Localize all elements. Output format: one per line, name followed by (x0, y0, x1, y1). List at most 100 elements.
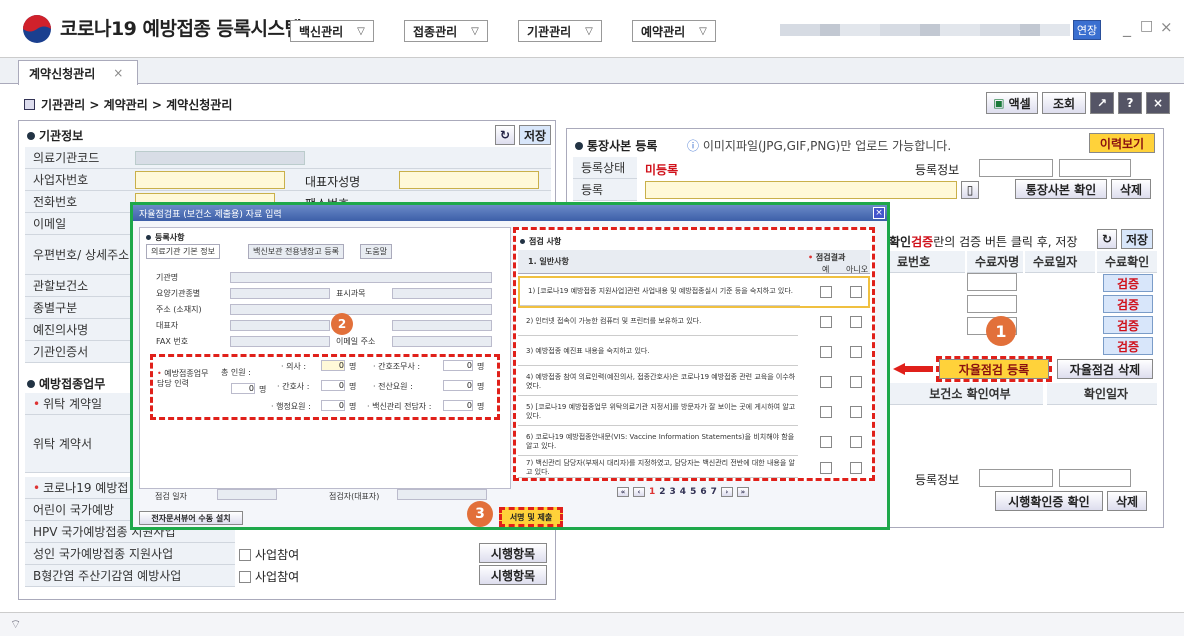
menu-vaccine[interactable]: 백신관리 ▽ (290, 20, 374, 42)
section-title: 통장사본 등록 (587, 139, 658, 153)
training-save-button[interactable]: 저장 (1121, 229, 1153, 249)
verify-button-2[interactable]: 검증 (1103, 295, 1153, 313)
chevron-down-icon: ▽ (699, 25, 707, 37)
chat-icon[interactable]: ⌔ (10, 617, 21, 632)
page-6[interactable]: 6 (700, 487, 706, 497)
name-input-2[interactable] (967, 295, 1017, 313)
nurse-aide-input[interactable]: 0 (443, 360, 473, 371)
yes-checkbox[interactable] (820, 316, 832, 328)
menu-institution[interactable]: 기관관리 ▽ (518, 20, 602, 42)
self-check-register-button[interactable]: 자율점검 등록 (936, 356, 1052, 382)
it-input[interactable]: 0 (443, 380, 473, 391)
bank-delete-button[interactable]: 삭제 (1111, 179, 1151, 199)
excel-button[interactable]: ▣ 액셀 (986, 92, 1038, 114)
page-5[interactable]: 5 (690, 487, 696, 497)
total-input[interactable]: 0 (231, 383, 255, 394)
field-dept: 표시과목 (336, 289, 366, 298)
file-path-input[interactable] (645, 181, 957, 199)
hepb-participate[interactable]: 사업참여 (239, 568, 299, 585)
dialog-tab-fridge[interactable]: 백신보관 전용냉장고 등록 (248, 244, 345, 259)
reg-date-input[interactable] (1059, 159, 1131, 177)
org-save-button[interactable]: 저장 (519, 125, 551, 145)
minimize-icon[interactable]: _ (1123, 18, 1131, 37)
yes-checkbox[interactable] (820, 346, 832, 358)
verify-button-3[interactable]: 검증 (1103, 316, 1153, 334)
menu-reservation[interactable]: 예약관리 ▽ (632, 20, 716, 42)
self-check-delete-button[interactable]: 자율점검 삭제 (1057, 359, 1153, 379)
page-7[interactable]: 7 (711, 487, 717, 497)
checkbox[interactable] (239, 548, 251, 561)
exec-cert-confirm-button[interactable]: 시행확인증 확인 (995, 491, 1103, 511)
bank-confirm-button[interactable]: 통장사본 확인 (1015, 179, 1107, 199)
no-checkbox[interactable] (850, 346, 862, 358)
org-type-input[interactable] (230, 288, 330, 299)
no-checkbox[interactable] (850, 436, 862, 448)
tab-contract-management[interactable]: 계약신청관리 × (18, 60, 138, 85)
lower-date-input[interactable] (1059, 469, 1131, 487)
history-button[interactable]: 이력보기 (1089, 133, 1155, 153)
doctor-input[interactable]: 0 (321, 360, 345, 371)
dialog-tab-basic[interactable]: 의료기관 기본 정보 (146, 244, 220, 259)
extend-session-button[interactable]: 연장 (1073, 20, 1101, 40)
business-no-input[interactable] (135, 171, 285, 189)
dialog-close-icon[interactable]: × (873, 207, 885, 219)
general-header: 1. 일반사항 (528, 257, 569, 266)
fax-input[interactable] (230, 336, 330, 347)
lower-reg-input[interactable] (979, 469, 1053, 487)
refresh-icon[interactable]: ↻ (495, 125, 515, 145)
no-checkbox[interactable] (850, 316, 862, 328)
email-input[interactable] (392, 336, 492, 347)
adult-exec-button[interactable]: 시행항목 (479, 543, 547, 563)
phone-input-dialog[interactable] (392, 320, 492, 331)
yes-checkbox[interactable] (820, 406, 832, 418)
exec-cert-delete-button[interactable]: 삭제 (1107, 491, 1147, 511)
name-input-1[interactable] (967, 273, 1017, 291)
dialog-tab-help[interactable]: 도움말 (360, 244, 393, 259)
sign-submit-button[interactable]: 서명 및 제출 (499, 507, 563, 527)
staff-label: • 예방접종업무 담당 인력 (157, 369, 209, 388)
help-icon[interactable]: ? (1118, 92, 1142, 114)
maximize-icon[interactable]: □ (1140, 18, 1153, 34)
close-tab-icon[interactable]: × (113, 66, 123, 80)
org-name-input[interactable] (230, 272, 492, 283)
no-checkbox[interactable] (850, 406, 862, 418)
yes-checkbox[interactable] (820, 436, 832, 448)
file-browse-icon[interactable]: ▯ (961, 181, 979, 199)
checkbox[interactable] (239, 570, 251, 583)
vaccine-mgr-input[interactable]: 0 (443, 400, 473, 411)
viewer-install-button[interactable]: 전자문서뷰어 수동 설치 (139, 511, 243, 525)
refresh-icon[interactable]: ↻ (1097, 229, 1117, 249)
verify-button-4[interactable]: 검증 (1103, 337, 1153, 355)
hepb-exec-button[interactable]: 시행항목 (479, 565, 547, 585)
close-icon[interactable]: × (1146, 92, 1170, 114)
search-button[interactable]: 조회 (1042, 92, 1086, 114)
menu-vaccination[interactable]: 접종관리 ▽ (404, 20, 488, 42)
close-window-icon[interactable]: × (1160, 18, 1173, 36)
verify-button-1[interactable]: 검증 (1103, 274, 1153, 292)
yes-checkbox[interactable] (820, 462, 832, 474)
rep-input[interactable] (230, 320, 330, 331)
first-page-icon[interactable]: « (617, 487, 629, 497)
yes-checkbox[interactable] (820, 376, 832, 388)
page-2[interactable]: 2 (659, 487, 665, 497)
prev-page-icon[interactable]: ‹ (633, 487, 645, 497)
rep-name-input[interactable] (399, 171, 539, 189)
no-checkbox[interactable] (850, 462, 862, 474)
next-page-icon[interactable]: › (720, 487, 733, 497)
popout-icon[interactable]: ↗ (1090, 92, 1114, 114)
admin-input[interactable]: 0 (321, 400, 345, 411)
no-checkbox[interactable] (850, 286, 862, 298)
check-date-input[interactable] (217, 489, 277, 500)
last-page-icon[interactable]: » (736, 487, 749, 497)
address-input[interactable] (230, 304, 492, 315)
nurse-input[interactable]: 0 (321, 380, 345, 391)
yes-checkbox[interactable] (820, 286, 832, 298)
page-3[interactable]: 3 (670, 487, 676, 497)
reg-info-input[interactable] (979, 159, 1053, 177)
adult-participate[interactable]: 사업참여 (239, 546, 299, 563)
checker-input[interactable] (397, 489, 487, 500)
no-checkbox[interactable] (850, 376, 862, 388)
page-1[interactable]: 1 (649, 487, 655, 497)
dept-input[interactable] (392, 288, 492, 299)
page-4[interactable]: 4 (680, 487, 686, 497)
